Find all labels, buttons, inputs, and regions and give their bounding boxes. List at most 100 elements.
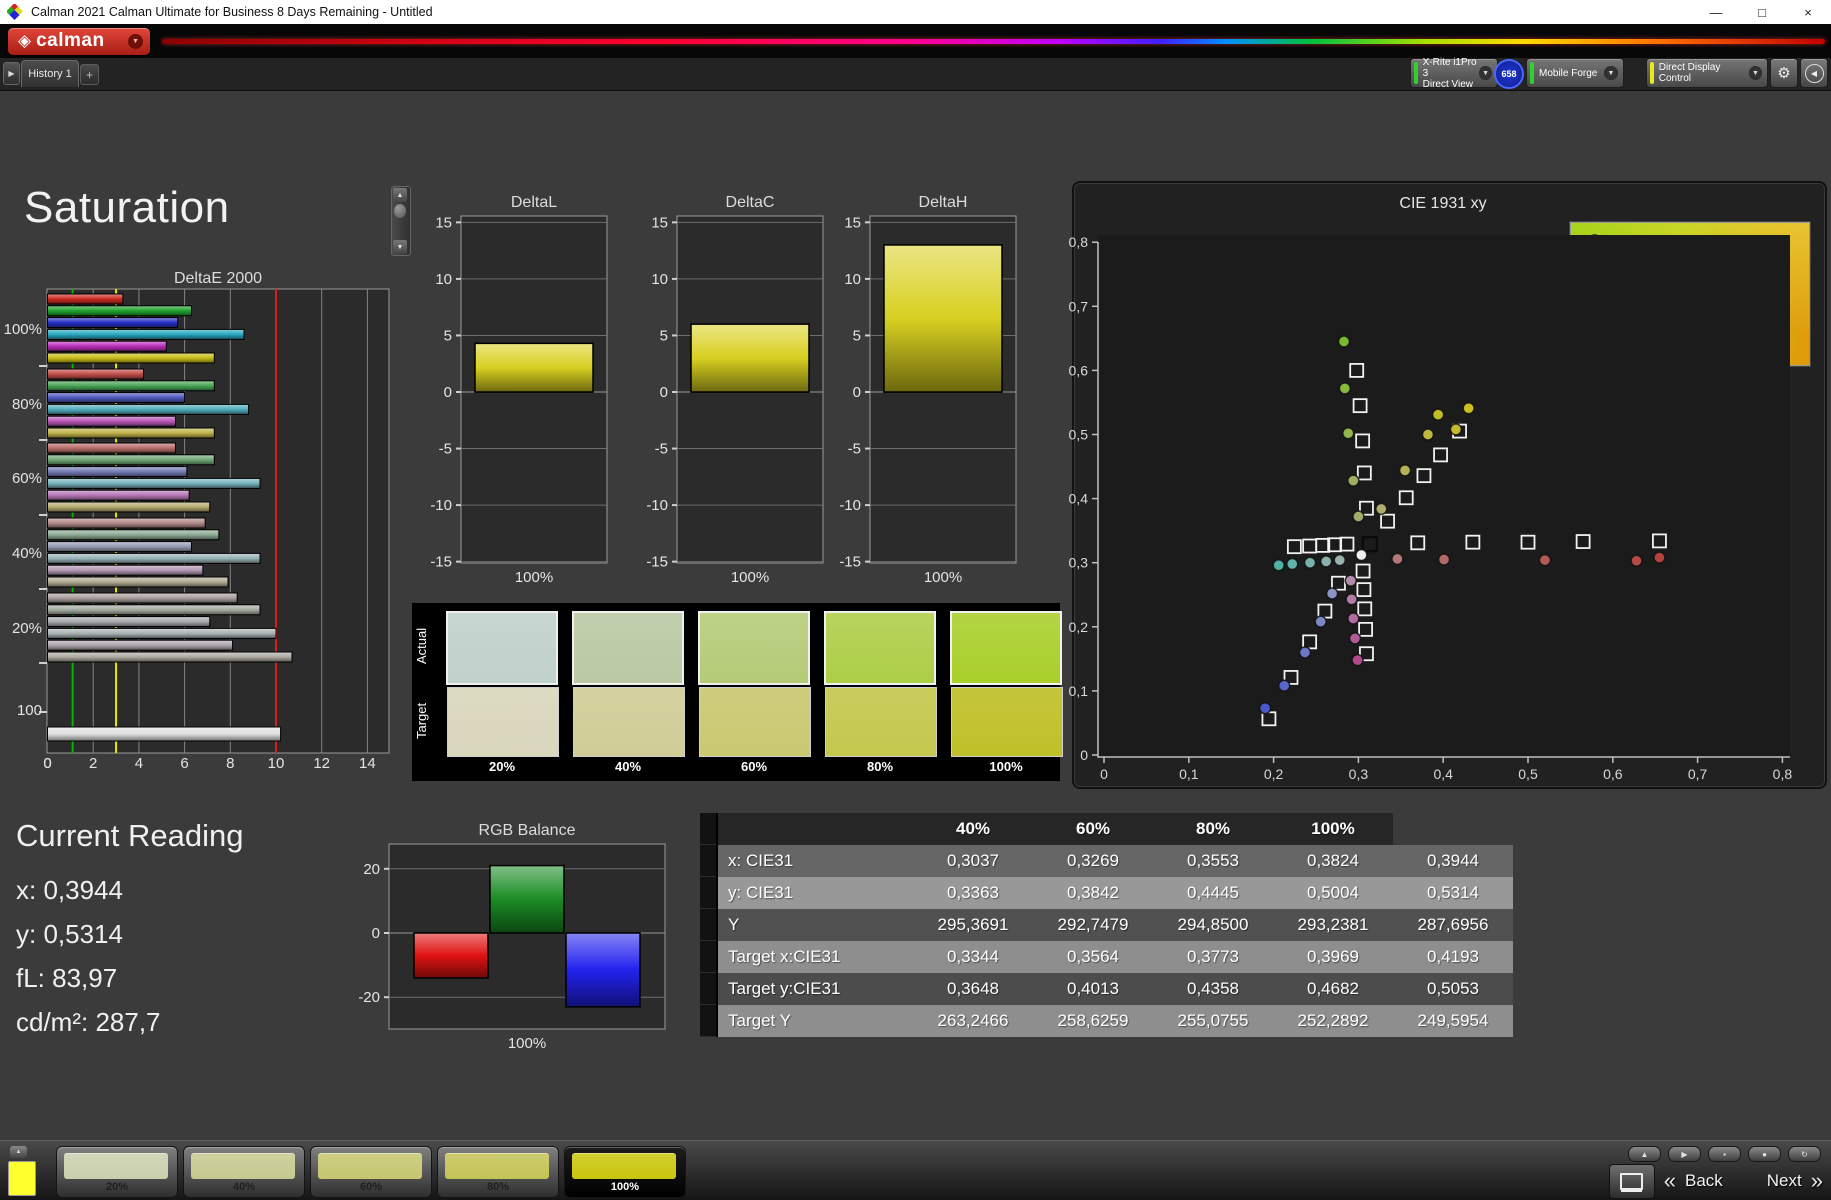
meter-dropdown[interactable]: X-Rite i1Pro 3 Direct View ▼	[1410, 58, 1498, 88]
table-cell: 0,4358	[1153, 973, 1273, 1005]
scroll-down-icon[interactable]: ▼	[393, 240, 407, 254]
table-cell: 0,3773	[1153, 941, 1273, 973]
patch-button-80%[interactable]: 80%	[437, 1146, 559, 1198]
next-chevrons-icon[interactable]: »	[1811, 1171, 1823, 1191]
table-cell: 287,6956	[1393, 909, 1513, 941]
svg-text:-5: -5	[655, 441, 668, 458]
source-name: Mobile Forge	[1539, 68, 1597, 79]
svg-text:5: 5	[853, 327, 861, 344]
meter-mode: Direct View	[1423, 79, 1480, 90]
swatch-column-40%: 40%	[572, 603, 684, 781]
table-cell: 0,3564	[1033, 941, 1153, 973]
add-tab-button[interactable]: +	[80, 64, 99, 85]
row-label: y: CIE31	[717, 877, 913, 909]
table-cell: 0,5004	[1273, 877, 1393, 909]
patch-button-60%[interactable]: 60%	[310, 1146, 432, 1198]
settings-button[interactable]: ⚙	[1770, 58, 1798, 88]
svg-text:5: 5	[660, 327, 668, 344]
meter-name: X-Rite i1Pro 3	[1423, 57, 1480, 79]
tab-label: History 1	[28, 68, 71, 80]
row-label: Target Y	[717, 1005, 913, 1037]
swatch-label: 100%	[950, 759, 1062, 774]
svg-text:5: 5	[444, 327, 452, 344]
swatch-column-60%: 60%	[698, 603, 810, 781]
svg-text:15: 15	[651, 214, 668, 231]
row-label: x: CIE31	[717, 845, 913, 877]
patch-button-100%[interactable]: 100%	[564, 1146, 686, 1198]
display-button[interactable]	[1609, 1164, 1655, 1199]
source-status-accent	[1530, 62, 1534, 84]
svg-text:-5: -5	[439, 441, 452, 458]
svg-text:6: 6	[180, 755, 188, 772]
up-button[interactable]: ▲	[1628, 1146, 1661, 1162]
svg-text:0: 0	[444, 384, 452, 401]
swatch-label: 80%	[824, 759, 936, 774]
chart-scrollbar[interactable]: ▲ ▼	[391, 186, 411, 256]
svg-text:-10: -10	[430, 497, 452, 514]
row-label: Target x:CIE31	[717, 941, 913, 973]
chevron-down-icon: ▼	[1479, 66, 1492, 80]
target-swatch	[447, 687, 559, 757]
svg-text:-15: -15	[646, 554, 668, 571]
patch-button-20%[interactable]: 20%	[56, 1146, 178, 1198]
svg-text:4: 4	[135, 755, 143, 772]
source-dropdown[interactable]: Mobile Forge ▼	[1526, 58, 1624, 88]
collapse-panel-button[interactable]: ◀	[1800, 58, 1828, 88]
svg-text:10: 10	[435, 271, 452, 288]
up-icon: ▲	[1641, 1150, 1649, 1159]
save-button[interactable]: ▪	[1708, 1146, 1741, 1162]
svg-text:10: 10	[844, 271, 861, 288]
scroll-up-icon[interactable]: ▲	[393, 188, 407, 202]
tab-history-1[interactable]: History 1	[21, 60, 79, 87]
patch-swatch	[318, 1153, 422, 1179]
minimize-icon[interactable]: —	[1693, 0, 1739, 24]
svg-text:100%: 100%	[731, 569, 769, 586]
svg-text:0: 0	[372, 925, 380, 942]
table-row: Target y:CIE310,36480,40130,43580,46820,…	[700, 973, 1513, 1005]
table-row: Target x:CIE310,33440,35640,37730,39690,…	[700, 941, 1513, 973]
close-icon[interactable]: ×	[1785, 0, 1831, 24]
refresh-button[interactable]: ↻	[1788, 1146, 1821, 1162]
target-swatch	[699, 687, 811, 757]
swatch-label: 60%	[698, 759, 810, 774]
svg-text:DeltaC: DeltaC	[726, 194, 775, 211]
target-swatch	[573, 687, 685, 757]
inset-highlight	[1571, 223, 1809, 365]
actual-swatch	[698, 611, 810, 685]
tab-scroll-left-button[interactable]: ▶	[3, 62, 20, 85]
meter-count-badge: 658	[1494, 59, 1524, 89]
play-button[interactable]: ▶	[1668, 1146, 1701, 1162]
target-swatch	[951, 687, 1063, 757]
svg-text:-5: -5	[848, 441, 861, 458]
swatch-column-80%: 80%	[824, 603, 936, 781]
svg-text:80%: 80%	[12, 396, 42, 413]
display-control-dropdown[interactable]: Direct Display Control ▼	[1646, 58, 1768, 88]
plus-icon: +	[86, 68, 93, 82]
svg-text:100%: 100%	[924, 569, 962, 586]
svg-text:-15: -15	[430, 554, 452, 571]
view-button[interactable]: ●	[1748, 1146, 1781, 1162]
back-button[interactable]: Back	[1685, 1171, 1723, 1191]
table-cell: 0,3553	[1153, 845, 1273, 877]
scrollbar-thumb[interactable]	[394, 204, 406, 218]
menu-bar: ◈ calman ▼	[0, 24, 1831, 58]
expand-patch-button[interactable]: ▲	[10, 1146, 27, 1158]
maximize-icon[interactable]: □	[1739, 0, 1785, 24]
actual-swatch	[446, 611, 558, 685]
svg-text:-20: -20	[358, 989, 380, 1006]
row-handle	[700, 813, 717, 845]
reading-cdm: cd/m²: 287,7	[16, 1000, 243, 1044]
column-header-60%: 60%	[1033, 813, 1153, 845]
next-button[interactable]: Next	[1767, 1171, 1802, 1191]
save-icon: ▪	[1723, 1150, 1726, 1159]
back-chevrons-icon[interactable]: «	[1664, 1171, 1676, 1191]
inset-target-square	[1719, 280, 1736, 297]
calman-menu-button[interactable]: ◈ calman ▼	[8, 28, 150, 55]
reading-fL: fL: 83,97	[16, 956, 243, 1000]
svg-text:60%: 60%	[12, 470, 42, 487]
meter-status-accent	[1414, 62, 1418, 84]
svg-text:0: 0	[43, 755, 51, 772]
patch-button-40%[interactable]: 40%	[183, 1146, 305, 1198]
table-cell: 0,3842	[1033, 877, 1153, 909]
table-header-row: 40%60%80%100%	[700, 813, 1513, 845]
